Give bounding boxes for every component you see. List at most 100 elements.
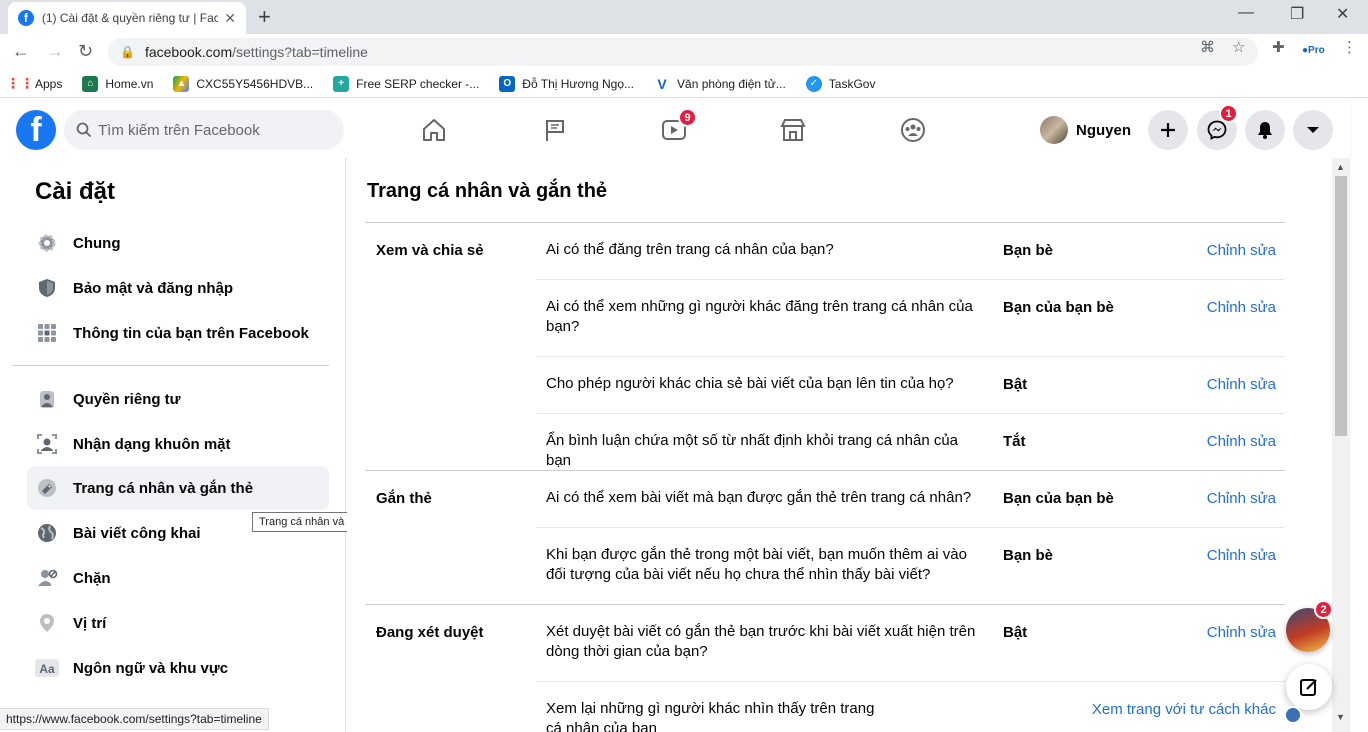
setting-question: Xem lại những gì người khác nhìn thấy tr…: [546, 700, 875, 732]
setting-question: Ai có thể đăng trên trang cá nhân của bạ…: [546, 241, 834, 258]
row-divider: [537, 527, 1285, 528]
scroll-down-icon[interactable]: ▼: [1336, 712, 1345, 722]
scrollbar-thumb[interactable]: [1335, 176, 1347, 436]
edit-link[interactable]: Chỉnh sửa: [1207, 242, 1276, 259]
facebook-favicon-icon: f: [18, 10, 34, 26]
scroll-up-icon[interactable]: ▲: [1336, 162, 1345, 172]
browser-menu-icon[interactable]: ⋮: [1342, 38, 1357, 56]
bookmark-taskgov[interactable]: ✓ TaskGov: [805, 75, 875, 92]
sidebar-item-label: Ngôn ngữ và khu vực: [73, 659, 229, 677]
edit-link[interactable]: Chỉnh sửa: [1207, 624, 1276, 641]
groups-icon: [901, 118, 925, 142]
extensions-puzzle-icon[interactable]: ✚: [1272, 38, 1285, 56]
minimize-icon[interactable]: —: [1238, 4, 1254, 22]
bookmark-vanphong[interactable]: V Văn phòng điện tử...: [654, 75, 785, 92]
caret-down-icon: [1307, 127, 1319, 133]
close-window-icon[interactable]: ✕: [1336, 4, 1349, 24]
close-tab-icon[interactable]: ✕: [224, 10, 236, 27]
notifications-button[interactable]: [1245, 110, 1285, 150]
flag-icon: [546, 120, 564, 141]
bookmark-serp[interactable]: + Free SERP checker -...: [333, 75, 479, 92]
url-host: facebook.com: [144, 44, 233, 60]
marketplace-nav-button[interactable]: [773, 114, 813, 146]
watch-nav-button[interactable]: 9: [654, 108, 697, 146]
sidebar-item-label: Thông tin của bạn trên Facebook: [73, 324, 309, 342]
setting-question: Ai có thể xem những gì người khác đăng t…: [546, 298, 973, 335]
reload-icon[interactable]: ↻: [78, 41, 93, 62]
extension-icon[interactable]: ●Pro: [1302, 45, 1325, 56]
new-tab-icon[interactable]: +: [258, 4, 271, 30]
sidebar-item-face-recognition[interactable]: Nhận dạng khuôn mặt: [27, 422, 329, 466]
bookmark-homevn[interactable]: ⌂ Home.vn: [82, 75, 154, 92]
sidebar-item-label: Vị trí: [73, 614, 107, 632]
settings-main-panel: Trang cá nhân và gắn thẻ Xem và chia sẻ …: [347, 158, 1332, 732]
bookmark-outlook[interactable]: O Đỗ Thị Hương Ngọ...: [499, 75, 634, 92]
profile-name: Nguyen: [1076, 121, 1132, 139]
sidebar-item-location[interactable]: Vị trí: [27, 601, 329, 645]
forward-arrow-icon[interactable]: →: [46, 41, 64, 62]
browser-tab[interactable]: f (1) Cài đặt & quyền riêng tư | Fac ✕: [8, 2, 246, 34]
bookmark-star-icon[interactable]: ☆: [1232, 38, 1245, 56]
sidebar-item-label: Nhận dạng khuôn mặt: [73, 435, 231, 453]
bookmark-label: Home.vn: [105, 76, 154, 91]
edit-link[interactable]: Chỉnh sửa: [1207, 299, 1276, 316]
location-pin-icon: [35, 611, 59, 635]
plus-icon: [1161, 123, 1175, 137]
page-scrollbar[interactable]: ▲ ▼: [1332, 158, 1350, 732]
sidebar-item-your-info[interactable]: Thông tin của bạn trên Facebook: [27, 311, 329, 355]
sidebar-title: Cài đặt: [35, 178, 116, 205]
address-bar[interactable]: 🔒 facebook.com/settings?tab=timeline: [108, 38, 1258, 66]
store-icon: [780, 119, 806, 141]
view-as-link[interactable]: Xem trang với tư cách khác: [1092, 701, 1276, 718]
chat-head-avatar[interactable]: 2: [1286, 600, 1333, 652]
bookmark-label: CXC55Y5456HDVB...: [196, 76, 314, 91]
back-arrow-icon[interactable]: ←: [12, 41, 30, 62]
messenger-button[interactable]: 1: [1197, 104, 1238, 150]
bookmark-apps[interactable]: ⋮⋮ Apps: [6, 75, 62, 92]
globe-icon[interactable]: [1284, 706, 1302, 724]
setting-value: Bật: [1003, 624, 1028, 641]
v-logo-icon: V: [657, 75, 667, 92]
chat-badge: 2: [1314, 600, 1333, 619]
facebook-logo-icon[interactable]: f: [16, 110, 56, 150]
sidebar-item-blocking[interactable]: Chặn: [27, 556, 329, 600]
maximize-icon[interactable]: ❐: [1290, 4, 1304, 24]
setting-question: Ai có thể xem bài viết mà bạn được gắn t…: [546, 489, 972, 506]
row-divider: [537, 681, 1285, 682]
search-icon: [76, 122, 92, 138]
create-button[interactable]: [1148, 110, 1188, 150]
sidebar-item-profile-tagging[interactable]: Trang cá nhân và gắn thẻ: [27, 466, 329, 510]
bookmark-drive[interactable]: ▲ CXC55Y5456HDVB...: [173, 75, 314, 92]
section-label-review: Đang xét duyệt: [376, 624, 484, 641]
profile-shortcut[interactable]: Nguyen: [1040, 116, 1131, 144]
translate-icon[interactable]: ⌘: [1200, 38, 1215, 56]
pages-nav-button[interactable]: [535, 114, 575, 146]
sidebar-item-label: Trang cá nhân và gắn thẻ: [73, 479, 254, 497]
browser-toolbar: ← → ↻ 🔒 facebook.com/settings?tab=timeli…: [0, 34, 1368, 70]
settings-sidebar: Cài đặt Chung Bảo mật và đăng nhập Thông…: [0, 158, 391, 732]
apps-grid-icon: ⋮⋮: [6, 75, 34, 91]
search-input[interactable]: [98, 121, 328, 139]
sidebar-item-privacy[interactable]: Quyền riêng tư: [27, 377, 329, 421]
edit-link[interactable]: Chỉnh sửa: [1207, 433, 1276, 450]
homevn-icon: ⌂: [82, 75, 99, 92]
edit-link[interactable]: Chỉnh sửa: [1207, 547, 1276, 564]
lock-icon[interactable]: 🔒: [120, 45, 135, 59]
sidebar-item-security[interactable]: Bảo mật và đăng nhập: [27, 266, 329, 310]
messenger-badge: 1: [1219, 104, 1238, 123]
section-divider: [365, 604, 1285, 605]
new-message-button[interactable]: [1286, 664, 1332, 710]
edit-link[interactable]: Chỉnh sửa: [1207, 490, 1276, 507]
edit-link[interactable]: Chỉnh sửa: [1207, 376, 1276, 393]
sidebar-divider: [12, 365, 329, 366]
sidebar-item-language[interactable]: Aa Ngôn ngữ và khu vực: [27, 646, 329, 690]
search-box[interactable]: [64, 110, 344, 150]
sidebar-item-label: Quyền riêng tư: [73, 390, 181, 408]
avatar: [1040, 116, 1068, 144]
sidebar-item-general[interactable]: Chung: [27, 221, 329, 265]
groups-nav-button[interactable]: [893, 114, 933, 146]
section-label-tagging: Gắn thẻ: [376, 490, 432, 507]
account-menu-button[interactable]: [1293, 110, 1333, 150]
home-nav-button[interactable]: [414, 114, 454, 146]
setting-value: Bật: [1003, 376, 1028, 393]
